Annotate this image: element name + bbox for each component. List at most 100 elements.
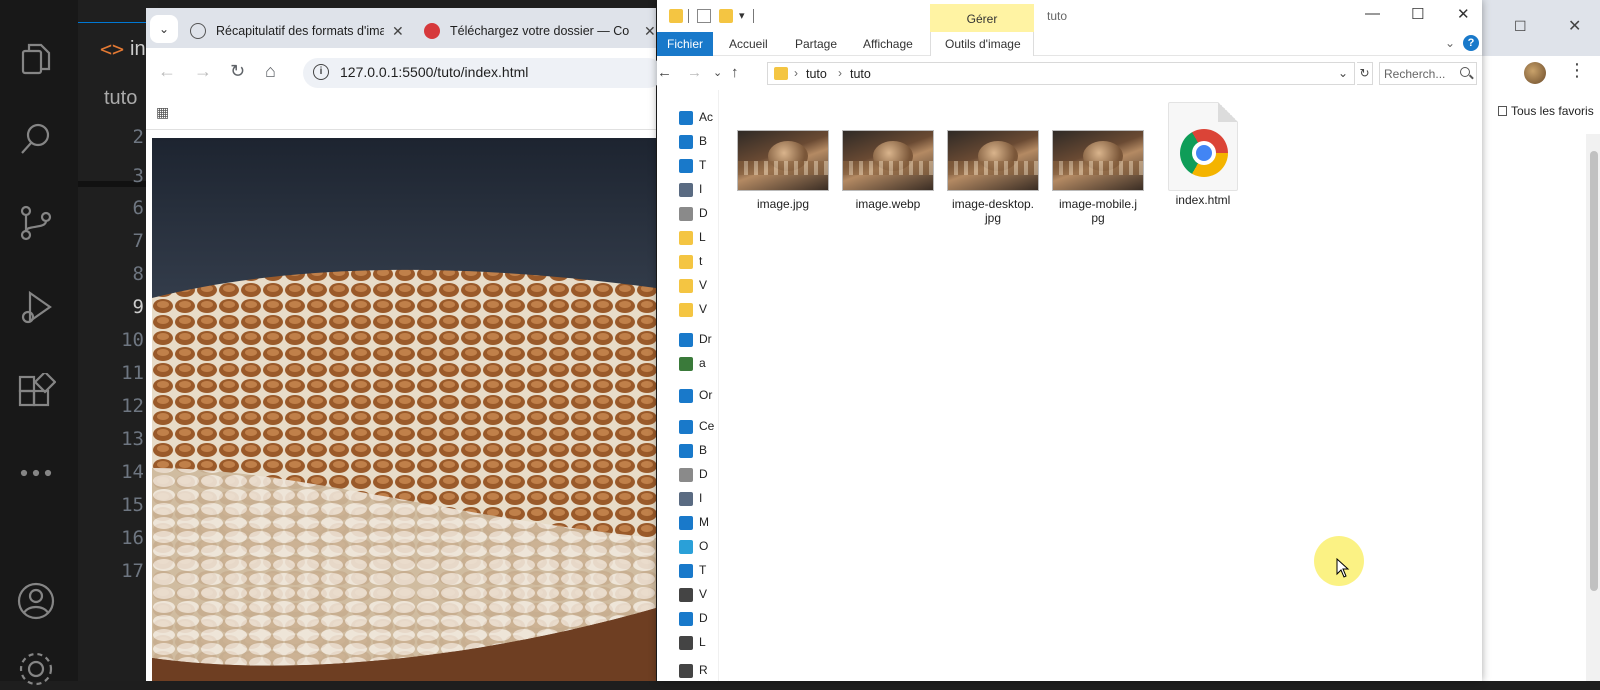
file-explorer-window: ▾ Gérer tuto — ☐ ✕ Fichier Accueil Parta… <box>657 0 1482 681</box>
nav-item[interactable]: T <box>699 158 719 172</box>
apps-grid-icon[interactable]: ▦ <box>156 104 169 121</box>
nav-item[interactable]: T <box>699 563 719 577</box>
close-tab-icon[interactable]: ✕ <box>392 23 404 40</box>
nav-item[interactable]: a <box>699 356 719 370</box>
up-arrow-icon[interactable]: ↑ <box>731 64 739 81</box>
expand-ribbon-icon[interactable]: ⌄ <box>1445 36 1455 50</box>
bookmarks-bar: ▦ <box>146 96 656 130</box>
minimize-icon[interactable]: — <box>1365 5 1380 22</box>
line-number: 13 <box>121 428 144 450</box>
forward-arrow-icon[interactable]: → <box>194 61 212 82</box>
nav-item[interactable]: D <box>699 206 719 220</box>
search-icon[interactable] <box>15 118 57 160</box>
nav-item[interactable]: B <box>699 134 719 148</box>
explorer-files-icon[interactable] <box>15 38 57 80</box>
nav-item[interactable]: I <box>699 491 719 505</box>
nav-item[interactable]: D <box>699 467 719 481</box>
close-icon[interactable]: ✕ <box>1457 5 1470 23</box>
tab-view[interactable]: Affichage <box>863 37 913 51</box>
account-icon[interactable] <box>15 580 57 622</box>
source-control-icon[interactable] <box>15 202 57 244</box>
nav-item[interactable]: Ce <box>699 419 719 433</box>
refresh-icon[interactable]: ↻ <box>1357 62 1373 85</box>
address-dropdown-icon[interactable]: ⌄ <box>1338 66 1348 80</box>
maximize-icon[interactable]: ☐ <box>1411 5 1424 23</box>
search-icon[interactable] <box>1460 67 1470 77</box>
properties-icon[interactable] <box>697 9 711 23</box>
help-icon[interactable]: ? <box>1463 35 1479 51</box>
profile-avatar[interactable] <box>1524 62 1546 84</box>
close-tab-icon[interactable]: ✕ <box>644 23 656 40</box>
nav-item[interactable]: Or <box>699 388 719 402</box>
tab-title: Téléchargez votre dossier — Co <box>450 24 630 38</box>
nav-item[interactable]: Dr <box>699 332 719 346</box>
all-bookmarks-label: Tous les favoris <box>1511 104 1594 118</box>
back-arrow-icon[interactable]: ← <box>657 64 672 81</box>
file-item[interactable]: image.jpg <box>733 100 833 211</box>
extensions-icon[interactable] <box>15 372 57 414</box>
folder-icon <box>774 67 788 80</box>
image-thumbnail <box>947 130 1039 191</box>
file-item[interactable]: index.html <box>1153 100 1253 207</box>
tab-search-dropdown-icon[interactable]: ⌄ <box>150 15 178 43</box>
tab-file[interactable]: Fichier <box>657 32 713 56</box>
tab-share[interactable]: Partage <box>795 37 837 51</box>
scrollbar-thumb[interactable] <box>1590 151 1598 591</box>
reload-icon[interactable]: ↻ <box>230 61 245 82</box>
nav-item[interactable]: Ac <box>699 110 719 124</box>
explorer-search-box[interactable] <box>1379 62 1477 85</box>
forward-arrow-icon[interactable]: → <box>687 64 702 81</box>
nav-item[interactable]: M <box>699 515 719 529</box>
tab-home[interactable]: Accueil <box>729 37 768 51</box>
tab-image-tools[interactable]: Outils d'image <box>930 32 1034 56</box>
tab-image-formats[interactable]: Récapitulatif des formats d'image ✕ <box>190 14 410 48</box>
customize-quick-access-icon[interactable]: ▾ <box>739 9 745 22</box>
settings-gear-icon[interactable] <box>15 648 57 690</box>
site-info-icon[interactable]: i <box>313 64 329 80</box>
nav-item[interactable]: R <box>699 663 719 677</box>
kebab-menu-icon[interactable]: ⋮ <box>1568 60 1586 81</box>
breadcrumb-item[interactable]: tuto <box>806 67 827 81</box>
nav-item[interactable]: L <box>699 230 719 244</box>
nav-item-icon <box>679 231 693 245</box>
line-number: 12 <box>121 395 144 417</box>
search-input[interactable] <box>1384 65 1456 82</box>
new-folder-icon[interactable] <box>719 9 733 23</box>
vscode-tab-label: in <box>130 38 146 60</box>
nav-item[interactable]: B <box>699 443 719 457</box>
nav-item[interactable]: D <box>699 611 719 625</box>
more-icon[interactable] <box>15 452 57 494</box>
browser-tab-strip: ⌄ Récapitulatif des formats d'image ✕ Té… <box>146 8 656 48</box>
nav-item[interactable]: O <box>699 539 719 553</box>
nav-item[interactable]: L <box>699 635 719 649</box>
nav-item-icon <box>679 420 693 434</box>
mouse-cursor-icon <box>1336 558 1350 578</box>
home-icon[interactable]: ⌂ <box>265 61 276 82</box>
nav-item[interactable]: V <box>699 278 719 292</box>
breadcrumb-separator[interactable]: › <box>838 66 842 80</box>
run-debug-icon[interactable] <box>15 286 57 328</box>
nav-item[interactable]: t <box>699 254 719 268</box>
breadcrumb-separator: › <box>794 66 798 80</box>
tab-download-folder[interactable]: Téléchargez votre dossier — Co ✕ <box>424 14 656 48</box>
address-bar[interactable]: i 127.0.0.1:5500/tuto/index.html <box>303 58 663 88</box>
back-arrow-icon[interactable]: ← <box>158 61 176 82</box>
manage-contextual-tab[interactable]: Gérer <box>930 4 1034 32</box>
vscode-breadcrumb[interactable]: tuto <box>104 87 137 110</box>
file-item[interactable]: image.webp <box>838 100 938 211</box>
file-item[interactable]: image-desktop.jpg <box>943 100 1043 225</box>
close-icon[interactable]: ✕ <box>1568 16 1581 36</box>
nav-item[interactable]: I <box>699 182 719 196</box>
explorer-address-bar[interactable]: › tuto › tuto ⌄ <box>767 62 1355 85</box>
vscode-activity-bar <box>0 0 78 686</box>
file-item[interactable]: image-mobile.jpg <box>1048 100 1148 225</box>
nav-item[interactable]: V <box>699 587 719 601</box>
nav-item-icon <box>679 135 693 149</box>
nav-item[interactable]: V <box>699 302 719 316</box>
maximize-icon[interactable]: ☐ <box>1514 18 1527 35</box>
breadcrumb-item[interactable]: tuto <box>850 67 871 81</box>
all-bookmarks-link[interactable]: Tous les favoris <box>1498 104 1594 118</box>
recent-locations-icon[interactable]: ⌄ <box>713 66 722 79</box>
background-scrollbar[interactable] <box>1586 134 1600 681</box>
nav-item-icon <box>679 468 693 482</box>
